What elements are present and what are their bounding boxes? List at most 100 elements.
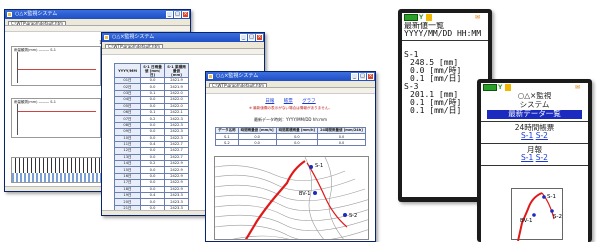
table-row: 01日 0.0 2421.9: [114, 76, 189, 85]
table-cell: 0.0: [317, 139, 366, 146]
phone-timestamp: YYYY/MM/DD HH:MM: [404, 29, 482, 38]
app-icon: [208, 74, 213, 79]
minimize-button[interactable]: _: [240, 34, 247, 41]
table-row: 19日 0.4 2423.3: [114, 191, 189, 200]
address-bar[interactable]: C:\WTP\graph\default.htm: [5, 19, 190, 26]
table-row: 10日 0.0 2422.3: [114, 134, 189, 142]
monthly-link-s1[interactable]: S-1: [521, 153, 533, 162]
phone-header: 最新値一覧 YYYY/MM/DD HH:MM: [402, 22, 488, 41]
close-button[interactable]: ×: [256, 34, 263, 41]
station-marker[interactable]: [343, 213, 347, 217]
phone-status-bar: Y ✉: [402, 13, 488, 22]
minimize-button[interactable]: _: [351, 73, 358, 80]
table-row: 13日 0.0 2422.7: [114, 153, 189, 162]
table-row: 14日 0.2 2422.9: [114, 160, 189, 168]
mail-icon: ✉: [474, 14, 480, 21]
divider: [481, 142, 588, 144]
mini-map-graphic: S-1 BV-1 S-2: [517, 192, 562, 242]
address-field[interactable]: C:\WTP\graph\default.htm: [209, 82, 268, 87]
mobile-phone-menu: Y ✉ ○△×監視 システム 最新データ一覧 24時間帳票 S-1 S-2 月報…: [477, 79, 592, 242]
table-row: 07日 0.2 2422.3: [114, 115, 189, 123]
table-header: 時間雨量値 [mm/h]: [237, 127, 277, 134]
menu-link-report[interactable]: 帳票: [284, 99, 293, 104]
monitoring-route: [517, 192, 543, 242]
address-bar[interactable]: C:\WTP\graph\default.htm: [206, 81, 375, 88]
app-icon: [104, 35, 109, 40]
divider: [481, 120, 588, 122]
phone-status-bar: Y ✉: [481, 83, 588, 92]
station-marker: [550, 209, 554, 213]
table-row: 17日 0.0 2422.9: [114, 179, 189, 187]
graph-panel-2: 雨量観測(mm) ——— S-1: [11, 98, 101, 138]
report24-link-s2[interactable]: S-2: [536, 131, 548, 140]
monitoring-route: [244, 160, 306, 239]
map-window: ○△×監視システム _ □ × C:\WTP\graph\default.htm…: [205, 71, 376, 242]
title-bar[interactable]: ○△×監視システム _ □ ×: [5, 10, 190, 19]
station-marker: [532, 213, 536, 217]
table-cell: S-2: [215, 139, 239, 146]
signal-icon: [505, 84, 511, 91]
table-cell: 0.0: [275, 139, 319, 146]
section-s1: S-1 248.5 [mm] 0.0 [mm/時] 0.1 [mm/日]: [402, 51, 488, 83]
menu-link-graph[interactable]: グラフ: [302, 99, 316, 104]
signal-icon: [426, 14, 432, 21]
close-button[interactable]: ×: [182, 11, 189, 18]
address-bar[interactable]: C:\WTP\graph\default.htm: [102, 42, 264, 49]
antenna-icon: Y: [498, 84, 503, 91]
close-button[interactable]: ×: [367, 73, 374, 80]
graph-panel-label: 雨量観測(mm) ——— S-1: [14, 48, 56, 52]
title-bar[interactable]: ○△×監視システム _ □ ×: [102, 33, 264, 42]
antenna-icon: Y: [419, 14, 424, 21]
maximize-button[interactable]: □: [174, 11, 181, 18]
station-label: BV-1: [520, 218, 533, 224]
station-label: S-2: [553, 214, 562, 220]
contour-map-graphic: S-1 BV-1 S-2: [215, 157, 368, 239]
station-label: S-2: [349, 213, 357, 219]
favorites-bar: [206, 88, 375, 94]
address-field[interactable]: C:\WTP\graph\default.htm: [105, 43, 164, 48]
latest-time: 最新データ時刻：YYYY/MM/DD hh:mm: [253, 117, 327, 122]
table-row: 02日 0.0 2421.9: [114, 83, 189, 91]
graph-panel-1: 雨量観測(mm) ——— S-1: [11, 46, 101, 86]
graph-line: [18, 69, 96, 70]
title-bar[interactable]: ○△×監視システム _ □ ×: [206, 72, 375, 81]
minimize-button[interactable]: _: [166, 11, 173, 18]
table-row: 09日 0.0 2422.3: [114, 128, 189, 136]
table-row: 08日 0.0 2422.3: [114, 121, 189, 130]
table-row: 04日 0.0 2422.0: [114, 96, 189, 104]
battery-icon: [404, 14, 418, 21]
reading-daily: 0.1 [mm/日]: [410, 106, 462, 115]
station-marker: [542, 195, 546, 199]
table-row: 06日 0.1 2422.1: [114, 108, 189, 117]
address-field[interactable]: C:\WTP\graph\default.htm: [8, 20, 67, 25]
station-label: BV-1: [299, 191, 310, 197]
site-map[interactable]: S-1 BV-1 S-2: [214, 156, 369, 240]
mini-site-map[interactable]: S-1 BV-1 S-2: [511, 188, 563, 242]
table-cell: 0.0: [237, 139, 277, 146]
station-label: S-1: [547, 194, 556, 200]
monthly-link-s2[interactable]: S-2: [536, 153, 548, 162]
table-row: 12日 0.0 2422.7: [114, 147, 189, 155]
report-menu: 日報 帳票 グラフ: [206, 98, 375, 104]
maximize-button[interactable]: □: [248, 34, 255, 41]
report24-links: S-1 S-2: [481, 131, 588, 141]
window-title: ○△×監視システム: [216, 73, 259, 79]
menu-link-daily[interactable]: 日報: [265, 99, 274, 104]
battery-icon: [483, 84, 497, 91]
station-marker[interactable]: [309, 165, 313, 169]
table-header: S-1 日雨量値 [mm/日]: [140, 63, 165, 78]
phone-screen: Y ✉ ○△×監視 システム 最新データ一覧 24時間帳票 S-1 S-2 月報…: [481, 83, 588, 242]
maximize-button[interactable]: □: [359, 73, 366, 80]
graph-line: [18, 111, 96, 112]
table-header: 24時間雨量値 [mm/24h]: [317, 127, 366, 134]
mail-icon: ✉: [574, 84, 580, 91]
window-title: ○△×監視システム: [15, 11, 58, 17]
table-header: 時間累積雨量 [mm/h]: [275, 127, 319, 134]
graph-panel-label: 雨量観測(mm) ——— S-1: [14, 100, 56, 104]
station-marker[interactable]: [313, 191, 317, 195]
report24-link-s1[interactable]: S-1: [521, 131, 533, 140]
latest-data-menu-item[interactable]: 最新データ一覧: [487, 109, 582, 119]
app-icon: [7, 12, 12, 17]
table-row: 05日 0.0 2422.0: [114, 102, 189, 110]
table-header: YYYY/MM: [114, 63, 141, 78]
